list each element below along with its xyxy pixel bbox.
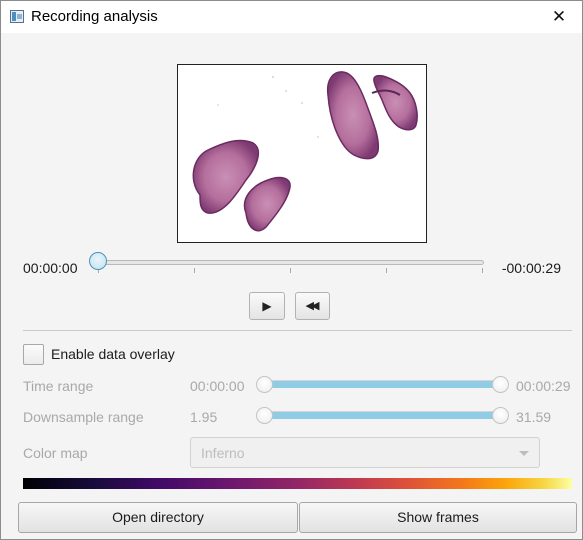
time-range-min: 00:00:00 (190, 378, 245, 394)
downsample-range-label: Downsample range (23, 409, 144, 425)
enable-overlay-checkbox[interactable] (23, 344, 44, 365)
seek-tick (194, 268, 195, 273)
downsample-range-low-thumb[interactable] (256, 407, 273, 424)
color-map-select[interactable]: Inferno (190, 437, 540, 468)
title-bar: Recording analysis ✕ (1, 1, 582, 33)
window-title: Recording analysis (31, 8, 158, 25)
chevron-down-icon (519, 451, 529, 456)
rewind-button[interactable]: ◀◀ (295, 292, 330, 320)
time-range-high-thumb[interactable] (492, 376, 509, 393)
show-frames-button[interactable]: Show frames (299, 502, 577, 533)
recording-analysis-window: Recording analysis ✕ 00:00:00 -00:00:29 … (0, 0, 583, 540)
time-range-max: 00:00:29 (516, 378, 571, 394)
seek-tick (290, 268, 291, 273)
downsample-range-max: 31.59 (516, 409, 552, 425)
enable-overlay-label: Enable data overlay (51, 346, 175, 362)
main-content: 00:00:00 -00:00:29 ▶ ◀◀ Enable data over… (1, 33, 582, 539)
seek-slider-thumb[interactable] (89, 252, 107, 270)
time-range-label: Time range (23, 378, 94, 394)
frame-preview (177, 64, 427, 243)
close-button[interactable]: ✕ (536, 1, 582, 33)
seek-slider-track[interactable] (98, 260, 484, 265)
color-map-value: Inferno (201, 445, 245, 461)
color-map-preview-bar (23, 478, 572, 489)
play-button[interactable]: ▶ (249, 292, 285, 320)
remaining-time: -00:00:29 (501, 260, 561, 276)
seek-tick (386, 268, 387, 273)
rewind-icon: ◀◀ (305, 300, 320, 312)
tissue-slide-image (192, 71, 418, 232)
downsample-range-min: 1.95 (190, 409, 218, 425)
downsample-range-fill (264, 412, 501, 419)
play-icon: ▶ (262, 299, 272, 313)
downsample-range-high-thumb[interactable] (492, 407, 509, 424)
elapsed-time: 00:00:00 (23, 260, 78, 276)
open-directory-button[interactable]: Open directory (18, 502, 298, 533)
seek-tick (482, 268, 483, 273)
color-map-label: Color map (23, 445, 88, 461)
time-range-low-thumb[interactable] (256, 376, 273, 393)
time-range-fill (264, 381, 501, 388)
divider (23, 330, 572, 331)
app-icon (10, 10, 24, 23)
